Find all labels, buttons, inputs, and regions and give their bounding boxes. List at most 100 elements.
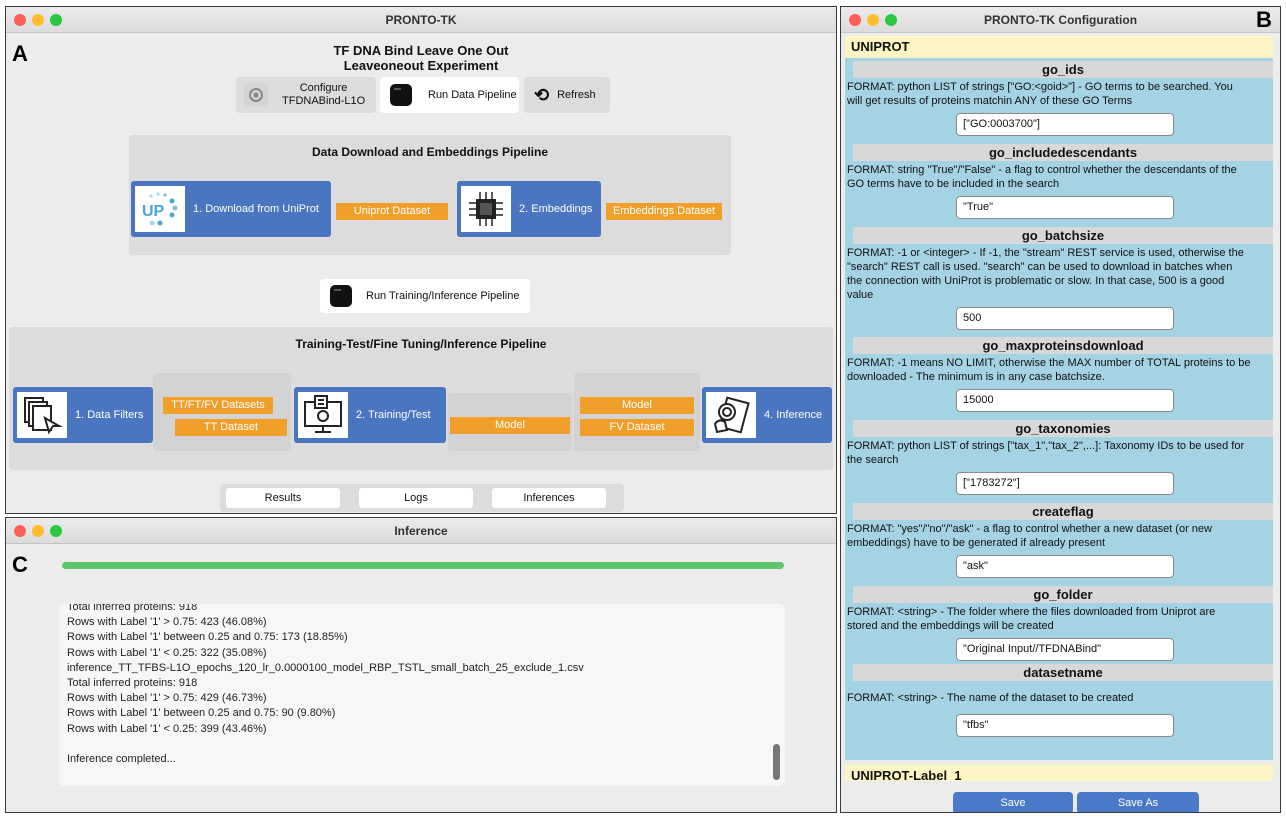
data-filter-icon: [17, 392, 67, 438]
field-input-go_maxproteinsdownload[interactable]: 15000: [956, 389, 1174, 412]
section-header-uniprot: UNIPROT: [845, 36, 1273, 58]
zoom-window-button[interactable]: [885, 14, 897, 26]
field-description-go_taxonomies: FORMAT: python LIST of strings ["tax_1",…: [847, 439, 1275, 467]
field-description-line: FORMAT: python LIST of strings ["tax_1",…: [847, 440, 1245, 452]
minimize-window-button[interactable]: [32, 14, 44, 26]
terminal-icon: [330, 285, 352, 307]
refresh-label: Refresh: [557, 89, 596, 101]
main-titlebar: PRONTO-TK: [6, 7, 836, 33]
embeddings-label: 2. Embeddings: [519, 203, 593, 215]
model-tag-1: Model: [450, 417, 570, 434]
field-input-go_ids[interactable]: ["GO:0003700"]: [956, 113, 1174, 136]
field-description-go_includedescendants: FORMAT: string "True"/"False" - a flag t…: [847, 163, 1275, 191]
chip-icon: [461, 186, 511, 232]
field-key-datasetname: datasetname: [853, 664, 1273, 681]
tt-ft-fv-datasets-tag: TT/FT/FV Datasets: [163, 397, 273, 414]
field-description-line: FORMAT: python LIST of strings ["GO:<goi…: [847, 81, 1233, 93]
panel-label-b: B: [1256, 7, 1272, 32]
log-line: Inference completed...: [67, 753, 176, 765]
field-description-line: "search" REST call is used. "search" can…: [847, 261, 1233, 273]
close-window-button[interactable]: [849, 14, 861, 26]
field-input-go_includedescendants[interactable]: "True": [956, 196, 1174, 219]
inference-progress-bar: [62, 562, 784, 569]
field-key-go_includedescendants: go_includedescendants: [853, 144, 1273, 161]
field-description-line: downloaded - The minimum is in any case …: [847, 371, 1105, 383]
window-controls: [849, 14, 897, 26]
field-description-line: stored and the embeddings will be create…: [847, 620, 1054, 632]
field-input-go_folder[interactable]: "Original Input//TFDNABind": [956, 638, 1174, 661]
panel-label-c: C: [12, 552, 28, 577]
svg-text:UP: UP: [142, 203, 165, 220]
configure-button[interactable]: Configure TFDNABind-L1O: [236, 77, 376, 113]
field-description-createflag: FORMAT: "yes"/"no"/"ask" - a flag to con…: [847, 522, 1275, 550]
log-line: Total inferred proteins: 918: [67, 604, 198, 613]
window-controls: [14, 14, 62, 26]
tab-results[interactable]: Results: [226, 488, 340, 508]
run-training-pipeline-button[interactable]: Run Training/Inference Pipeline: [320, 279, 530, 313]
field-description-line: FORMAT: "yes"/"no"/"ask" - a flag to con…: [847, 523, 1212, 535]
run-data-pipeline-button[interactable]: Run Data Pipeline: [380, 77, 519, 113]
log-line: Rows with Label '1' < 0.25: 399 (43.46%): [67, 722, 267, 735]
inference-step[interactable]: 4. Inference: [702, 387, 832, 443]
field-key-go_folder: go_folder: [853, 586, 1273, 603]
field-input-datasetname[interactable]: "tfbs": [956, 714, 1174, 737]
data-filters-label: 1. Data Filters: [75, 409, 144, 421]
data-filters-step[interactable]: 1. Data Filters: [13, 387, 153, 443]
run-data-pipeline-label: Run Data Pipeline: [428, 89, 517, 101]
close-window-button[interactable]: [14, 525, 26, 537]
save-as-button[interactable]: Save As: [1077, 792, 1199, 812]
save-button[interactable]: Save: [953, 792, 1073, 812]
field-description-go_batchsize: FORMAT: -1 or <integer> - If -1, the "st…: [847, 246, 1275, 302]
config-titlebar: PRONTO-TK Configuration: [841, 7, 1280, 33]
uniprot-dataset-tag: Uniprot Dataset: [336, 203, 448, 220]
close-window-button[interactable]: [14, 14, 26, 26]
tab-inferences[interactable]: Inferences: [492, 488, 606, 508]
gear-icon: [244, 83, 268, 107]
log-line: Rows with Label '1' < 0.25: 322 (35.08%): [67, 646, 267, 659]
field-description-line: FORMAT: <string> - The name of the datas…: [847, 692, 1134, 704]
configure-experiment-label: TFDNABind-L1O: [282, 95, 366, 107]
tt-dataset-tag: TT Dataset: [175, 419, 287, 436]
field-description-go_maxproteinsdownload: FORMAT: -1 means NO LIMIT, otherwise the…: [847, 356, 1275, 384]
inference-log[interactable]: Total inferred proteins: 918 Rows with La…: [59, 604, 785, 786]
field-description-datasetname: FORMAT: <string> - The name of the datas…: [847, 691, 1275, 705]
refresh-button[interactable]: ⟲ Refresh: [524, 77, 610, 113]
field-description-line: embeddings) have to be generated if alre…: [847, 537, 1106, 549]
main-window: PRONTO-TK A TF DNA Bind Leave One Out Le…: [5, 6, 837, 514]
experiment-title: TF DNA Bind Leave One Out: [333, 43, 509, 58]
window-controls: [14, 525, 62, 537]
field-description-line: FORMAT: -1 or <integer> - If -1, the "st…: [847, 247, 1244, 259]
log-line: Rows with Label '1' > 0.75: 423 (46.08%): [67, 616, 267, 629]
download-uniprot-label: 1. Download from UniProt: [193, 203, 319, 215]
download-uniprot-step[interactable]: UP 1. Download from UniProt: [131, 181, 331, 237]
field-key-go_maxproteinsdownload: go_maxproteinsdownload: [853, 337, 1273, 354]
uniprot-logo-icon: UP: [135, 186, 185, 232]
zoom-window-button[interactable]: [50, 14, 62, 26]
log-line: Rows with Label '1' > 0.75: 429 (46.73%): [67, 692, 267, 705]
zoom-window-button[interactable]: [50, 525, 62, 537]
training-test-step[interactable]: 2. Training/Test: [294, 387, 446, 443]
log-line: Rows with Label '1' between 0.25 and 0.7…: [67, 631, 348, 644]
minimize-window-button[interactable]: [32, 525, 44, 537]
field-description-line: FORMAT: string "True"/"False" - a flag t…: [847, 164, 1237, 176]
training-pipeline-title: Training-Test/Fine Tuning/Inference Pipe…: [295, 337, 547, 351]
configure-label: Configure: [299, 82, 348, 94]
inference-window-title: Inference: [394, 524, 448, 538]
main-window-title: PRONTO-TK: [385, 13, 457, 27]
experiment-subtitle: Leaveoneout Experiment: [343, 58, 499, 73]
tab-logs[interactable]: Logs: [359, 488, 473, 508]
field-description-line: value: [847, 289, 874, 301]
field-input-createflag[interactable]: "ask": [956, 555, 1174, 578]
field-key-go_ids: go_ids: [853, 61, 1273, 78]
inference-titlebar: Inference: [6, 518, 836, 544]
minimize-window-button[interactable]: [867, 14, 879, 26]
config-window-title: PRONTO-TK Configuration: [983, 13, 1138, 27]
training-monitor-icon: [298, 392, 348, 438]
field-input-go_batchsize[interactable]: 500: [956, 307, 1174, 330]
field-description-go_folder: FORMAT: <string> - The folder where the …: [847, 605, 1275, 633]
field-description-line: will get results of proteins matchin ANY…: [847, 95, 1133, 107]
log-scrollbar[interactable]: [773, 744, 780, 780]
field-input-go_taxonomies[interactable]: ["1783272"]: [956, 472, 1174, 495]
embeddings-step[interactable]: 2. Embeddings: [457, 181, 601, 237]
field-key-go_taxonomies: go_taxonomies: [853, 420, 1273, 437]
